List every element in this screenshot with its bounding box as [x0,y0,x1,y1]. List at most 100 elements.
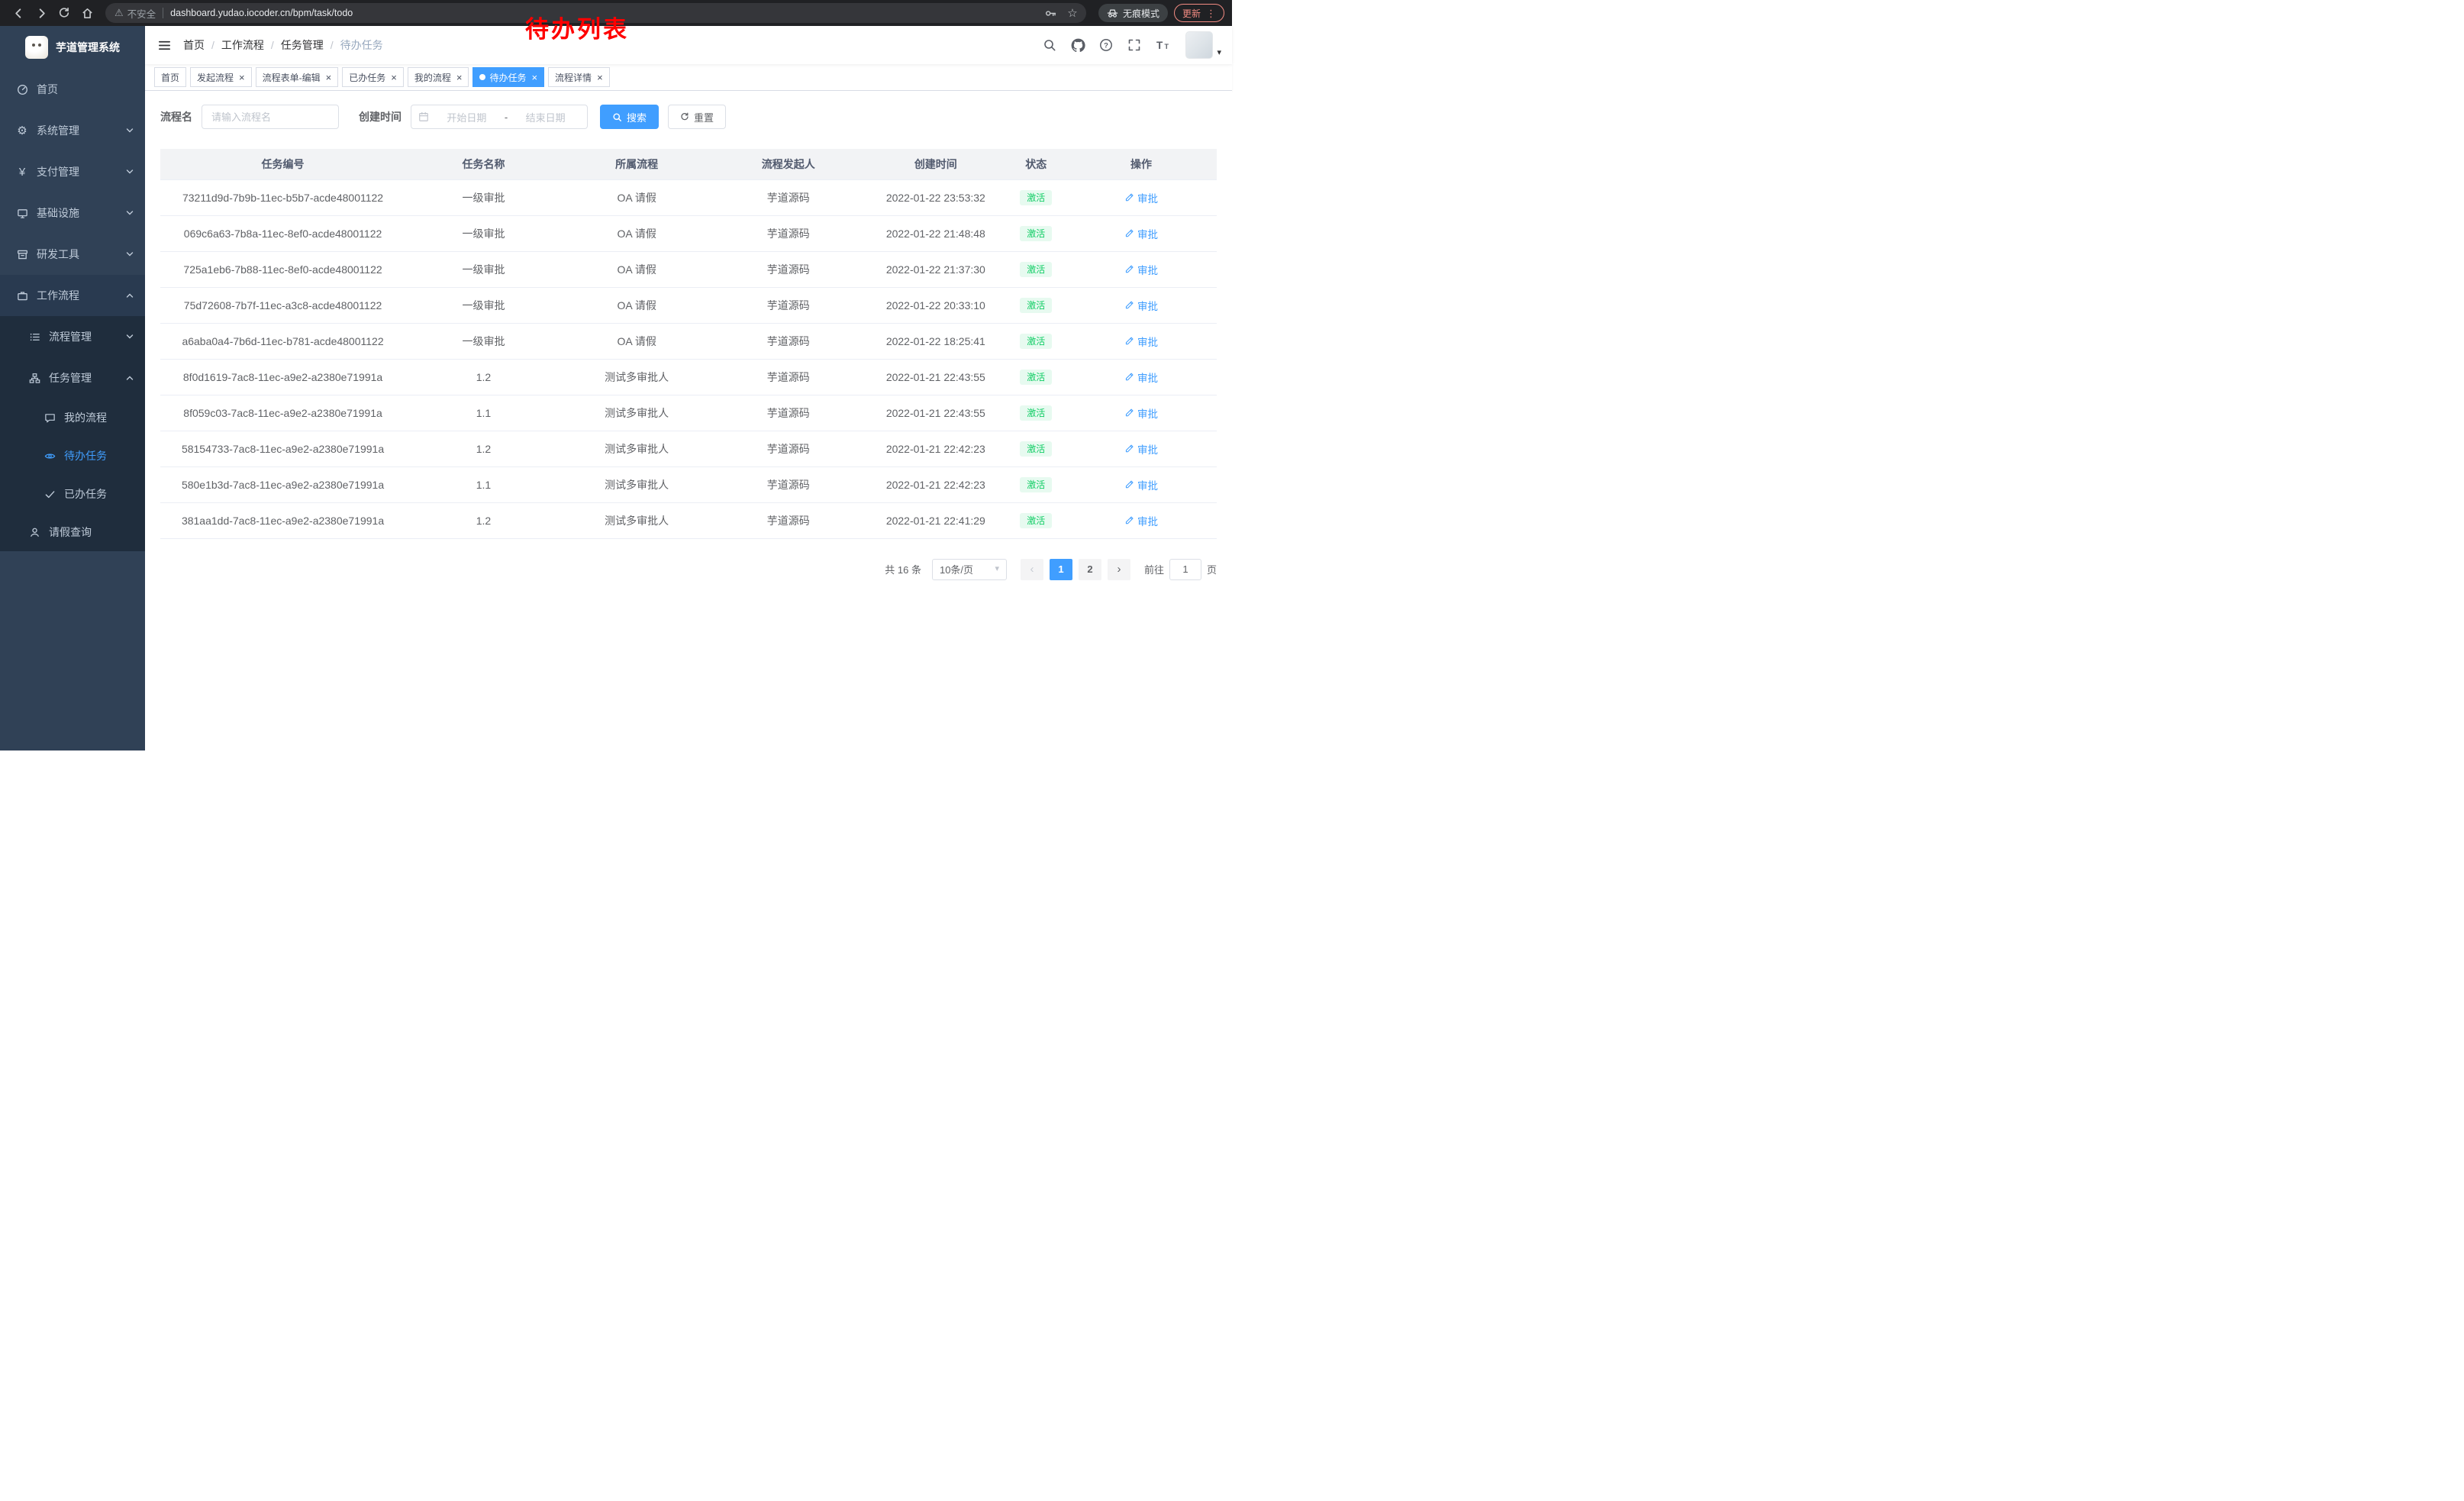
breadcrumb-item[interactable]: 工作流程 [221,37,264,53]
table-row: 75d72608-7b7f-11ec-a3c8-acde48001122一级审批… [160,287,1217,323]
approve-link[interactable]: 审批 [1124,370,1158,385]
date-range-picker[interactable]: 开始日期 - 结束日期 [411,105,588,129]
sidebar-item-home[interactable]: 首页 [0,69,145,110]
font-size-icon[interactable]: TT [1154,37,1171,53]
fullscreen-icon[interactable] [1126,37,1143,53]
approve-link[interactable]: 审批 [1124,334,1158,349]
sidebar-item-leave-query[interactable]: 请假查询 [0,513,145,551]
sidebar-item-devtools[interactable]: 研发工具 [0,234,145,275]
tab-我的流程[interactable]: 我的流程× [408,67,469,87]
search-icon[interactable] [1041,37,1058,53]
initiator: 芋道源码 [711,359,865,395]
goto-label: 前往 [1144,562,1164,576]
status-badge: 激活 [1020,298,1052,313]
page-button-1[interactable]: 1 [1050,559,1072,580]
update-button[interactable]: 更新 ⋮ [1174,4,1224,22]
approve-link[interactable]: 审批 [1124,262,1158,277]
monitor-icon [15,208,29,219]
back-icon[interactable] [8,2,29,24]
task-name: 1.2 [405,502,562,538]
tab-流程详情[interactable]: 流程详情× [548,67,610,87]
tab-已办任务[interactable]: 已办任务× [342,67,404,87]
next-page-button[interactable]: › [1108,559,1130,580]
initiator: 芋道源码 [711,323,865,359]
reload-icon[interactable] [53,2,75,24]
sidebar-item-workflow[interactable]: 工作流程 [0,275,145,316]
app-logo-row[interactable]: 芋道管理系统 [0,26,145,69]
process-name-input[interactable] [202,105,339,129]
avatar[interactable] [1185,31,1213,59]
approve-label: 审批 [1137,370,1158,385]
approve-link[interactable]: 审批 [1124,441,1158,457]
sidebar-item-my-process[interactable]: 我的流程 [0,399,145,437]
tab-流程表单-编辑[interactable]: 流程表单-编辑× [256,67,339,87]
initiator: 芋道源码 [711,466,865,502]
hamburger-icon[interactable] [145,26,183,64]
sidebar-item-label: 请假查询 [49,525,134,540]
tab-close-icon[interactable]: × [531,73,537,82]
tab-待办任务[interactable]: 待办任务× [472,67,544,87]
address-bar[interactable]: ⚠ 不安全 dashboard.yudao.iocoder.cn/bpm/tas… [105,3,1086,23]
breadcrumb-item[interactable]: 首页 [183,37,205,53]
tab-close-icon[interactable]: × [326,73,332,82]
chevron-down-icon [125,332,134,341]
prev-page-button[interactable]: ‹ [1021,559,1043,580]
tab-首页[interactable]: 首页 [154,67,186,87]
tab-close-icon[interactable]: × [456,73,463,82]
end-date-placeholder[interactable]: 结束日期 [511,110,580,124]
page-button-2[interactable]: 2 [1079,559,1101,580]
sidebar-item-todo-task[interactable]: 待办任务 [0,437,145,475]
tab-close-icon[interactable]: × [597,73,603,82]
chevron-up-icon [125,291,134,300]
star-icon[interactable]: ☆ [1063,4,1082,22]
sidebar-item-done-task[interactable]: 已办任务 [0,475,145,513]
approve-link[interactable]: 审批 [1124,226,1158,241]
sidebar-item-payment[interactable]: ¥ 支付管理 [0,151,145,192]
url-text[interactable]: dashboard.yudao.iocoder.cn/bpm/task/todo [170,8,1039,18]
approve-link[interactable]: 审批 [1124,190,1158,205]
browser-menu-icon[interactable]: ⋮ [1206,8,1216,18]
search-button[interactable]: 搜索 [600,105,659,129]
sidebar-item-task-management[interactable]: 任务管理 [0,357,145,399]
status-badge: 激活 [1020,477,1052,492]
sidebar-item-process-management[interactable]: 流程管理 [0,316,145,357]
help-icon[interactable]: ? [1098,37,1114,53]
key-icon[interactable] [1042,4,1060,22]
task-table: 任务编号任务名称所属流程流程发起人创建时间状态操作 73211d9d-7b9b-… [160,149,1217,539]
github-icon[interactable] [1069,37,1086,53]
approve-link[interactable]: 审批 [1124,298,1158,313]
approve-link[interactable]: 审批 [1124,477,1158,492]
forward-icon[interactable] [31,2,52,24]
breadcrumb-item[interactable]: 任务管理 [281,37,324,53]
tab-close-icon[interactable]: × [391,73,397,82]
approve-label: 审批 [1137,262,1158,277]
edit-icon [1124,264,1134,274]
user-menu[interactable]: ▾ [1185,31,1221,59]
security-chip[interactable]: ⚠ 不安全 [114,6,156,21]
chevron-down-icon [125,250,134,259]
table-row: a6aba0a4-7b6d-11ec-b781-acde48001122一级审批… [160,323,1217,359]
home-icon[interactable] [76,2,98,24]
tab-close-icon[interactable]: × [239,73,245,82]
task-id: 381aa1dd-7ac8-11ec-a9e2-a2380e71991a [160,502,405,538]
incognito-badge: 无痕模式 [1098,4,1168,22]
page-size-value: 10条/页 [940,562,973,576]
page-size-select[interactable]: 10条/页 ▾ [932,559,1007,580]
table-row: 58154733-7ac8-11ec-a9e2-a2380e71991a1.2测… [160,431,1217,466]
approve-link[interactable]: 审批 [1124,513,1158,528]
sidebar-item-system[interactable]: ⚙ 系统管理 [0,110,145,151]
sidebar-item-label: 支付管理 [37,164,118,179]
initiator: 芋道源码 [711,251,865,287]
reset-button[interactable]: 重置 [668,105,726,129]
status-cell: 激活 [1007,323,1066,359]
start-date-placeholder[interactable]: 开始日期 [432,110,502,124]
tab-发起流程[interactable]: 发起流程× [190,67,252,87]
status-badge: 激活 [1020,190,1052,205]
task-id: 75d72608-7b7f-11ec-a3c8-acde48001122 [160,287,405,323]
edit-icon [1124,408,1134,418]
approve-link[interactable]: 审批 [1124,405,1158,421]
goto-page-input[interactable] [1169,559,1201,580]
dashboard-icon [15,84,29,95]
sidebar-item-infrastructure[interactable]: 基础设施 [0,192,145,234]
approve-label: 审批 [1137,298,1158,313]
